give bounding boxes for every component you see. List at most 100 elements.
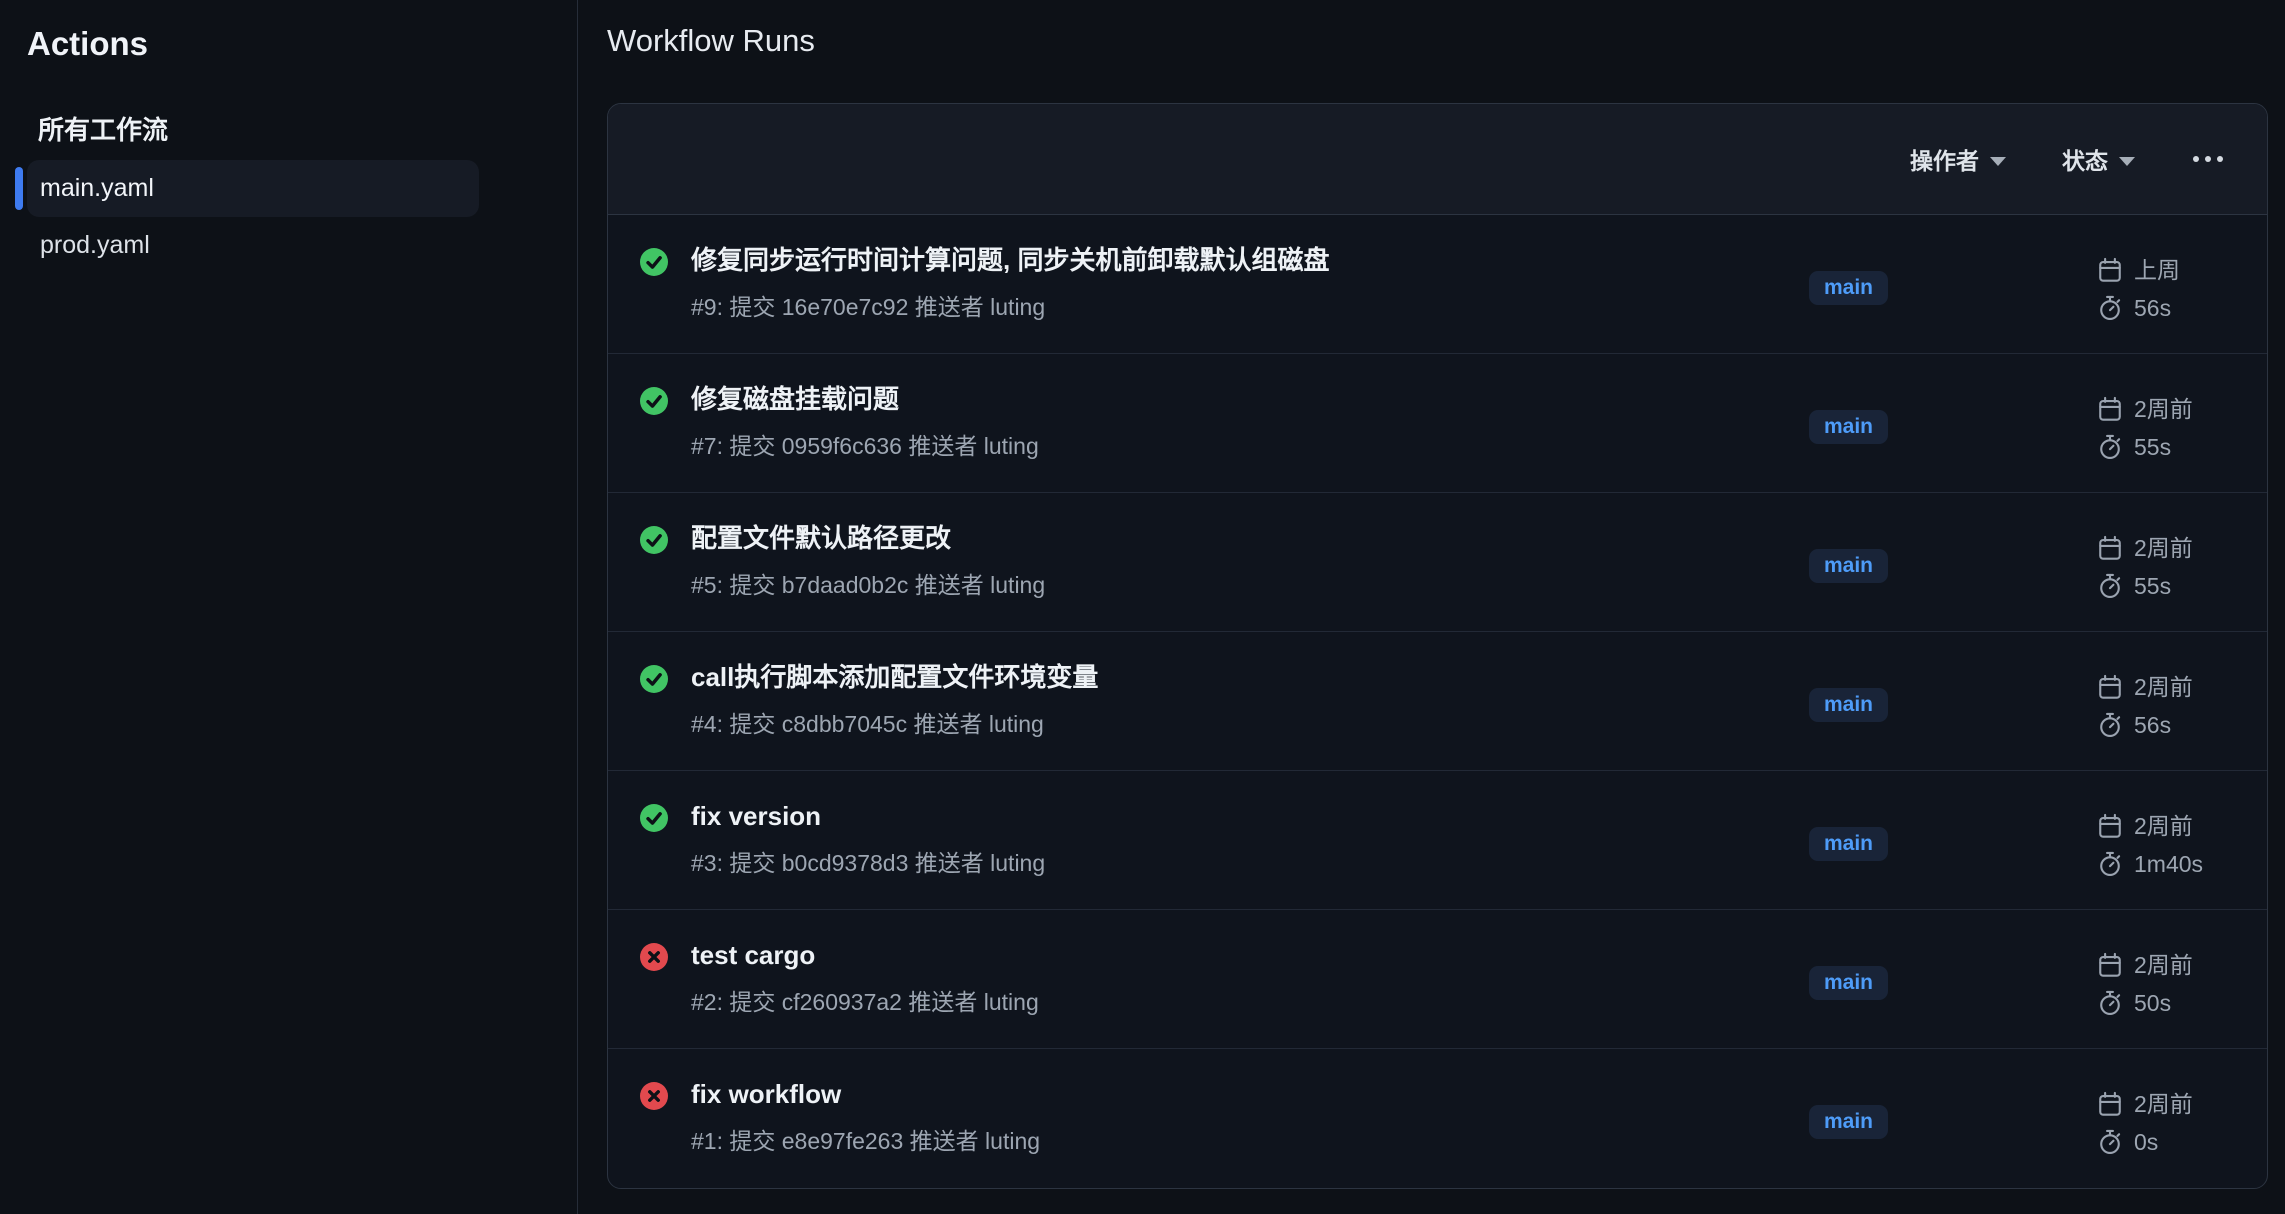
branch-badge[interactable]: main [1809, 271, 1888, 305]
more-options-button[interactable] [2191, 146, 2225, 172]
branch-column: main [1809, 966, 2097, 1000]
run-title-link[interactable]: fix version [691, 801, 1809, 831]
actor-filter-label: 操作者 [1910, 142, 1979, 176]
run-duration: 1m40s [2134, 850, 2203, 878]
run-duration: 0s [2134, 1128, 2158, 1156]
stopwatch-icon [2097, 1129, 2123, 1155]
sidebar-item-prod-yaml[interactable]: prod.yaml [27, 217, 479, 274]
run-commit-info: #1: 提交 e8e97fe263 推送者 luting [691, 1127, 1809, 1155]
run-meta-column: 2周前 1m40s [2097, 812, 2229, 878]
run-commit-info: #3: 提交 b0cd9378d3 推送者 luting [691, 849, 1809, 877]
run-title-link[interactable]: 修复磁盘挂载问题 [691, 384, 1809, 414]
branch-badge[interactable]: main [1809, 410, 1888, 444]
branch-badge[interactable]: main [1809, 1105, 1888, 1139]
run-meta-column: 2周前 55s [2097, 534, 2229, 600]
run-date: 2周前 [2134, 395, 2193, 423]
run-duration: 56s [2134, 711, 2171, 739]
actor-filter-button[interactable]: 操作者 [1910, 142, 2006, 176]
run-date: 2周前 [2134, 812, 2193, 840]
run-date: 上周 [2134, 256, 2180, 284]
run-title-link[interactable]: 修复同步运行时间计算问题, 同步关机前卸载默认组磁盘 [691, 245, 1809, 275]
chevron-down-icon [1990, 157, 2006, 166]
run-text-block: call执行脚本添加配置文件环境变量 #4: 提交 c8dbb7045c 推送者… [691, 662, 1809, 738]
run-duration-line: 55s [2097, 572, 2229, 600]
failure-status-icon [640, 1082, 668, 1110]
run-duration: 55s [2134, 572, 2171, 600]
run-duration-line: 55s [2097, 433, 2229, 461]
run-duration-line: 56s [2097, 294, 2229, 322]
calendar-icon [2097, 1091, 2123, 1117]
branch-column: main [1809, 549, 2097, 583]
workflow-run-row[interactable]: 配置文件默认路径更改 #5: 提交 b7daad0b2c 推送者 luting … [608, 493, 2267, 632]
run-commit-info: #4: 提交 c8dbb7045c 推送者 luting [691, 710, 1809, 738]
success-status-icon [640, 804, 668, 832]
run-text-block: 修复同步运行时间计算问题, 同步关机前卸载默认组磁盘 #9: 提交 16e70e… [691, 245, 1809, 321]
run-text-block: 修复磁盘挂载问题 #7: 提交 0959f6c636 推送者 luting [691, 384, 1809, 460]
runs-list: 修复同步运行时间计算问题, 同步关机前卸载默认组磁盘 #9: 提交 16e70e… [608, 215, 2267, 1188]
run-date-line: 2周前 [2097, 812, 2229, 840]
failure-status-icon [640, 943, 668, 971]
workflow-file-label: prod.yaml [40, 231, 150, 260]
branch-column: main [1809, 271, 2097, 305]
run-date: 2周前 [2134, 1090, 2193, 1118]
run-date-line: 2周前 [2097, 673, 2229, 701]
success-status-icon [640, 665, 668, 693]
run-title-link[interactable]: test cargo [691, 940, 1809, 970]
calendar-icon [2097, 396, 2123, 422]
branch-column: main [1809, 827, 2097, 861]
run-text-block: 配置文件默认路径更改 #5: 提交 b7daad0b2c 推送者 luting [691, 523, 1809, 599]
run-duration-line: 56s [2097, 711, 2229, 739]
success-status-icon [640, 248, 668, 276]
run-title-link[interactable]: call执行脚本添加配置文件环境变量 [691, 662, 1809, 692]
workflow-run-row[interactable]: fix workflow #1: 提交 e8e97fe263 推送者 lutin… [608, 1049, 2267, 1188]
stopwatch-icon [2097, 573, 2123, 599]
branch-badge[interactable]: main [1809, 827, 1888, 861]
page-title: Workflow Runs [607, 22, 2268, 60]
stopwatch-icon [2097, 851, 2123, 877]
workflow-run-row[interactable]: 修复磁盘挂载问题 #7: 提交 0959f6c636 推送者 luting ma… [608, 354, 2267, 493]
run-duration-line: 1m40s [2097, 850, 2229, 878]
sidebar-title: Actions [27, 24, 577, 64]
run-duration-line: 0s [2097, 1128, 2229, 1156]
status-filter-button[interactable]: 状态 [2062, 142, 2135, 176]
run-commit-info: #2: 提交 cf260937a2 推送者 luting [691, 988, 1809, 1016]
run-meta-column: 2周前 0s [2097, 1090, 2229, 1156]
stopwatch-icon [2097, 712, 2123, 738]
calendar-icon [2097, 257, 2123, 283]
run-date-line: 2周前 [2097, 395, 2229, 423]
workflow-run-row[interactable]: test cargo #2: 提交 cf260937a2 推送者 luting … [608, 910, 2267, 1049]
run-date-line: 2周前 [2097, 1090, 2229, 1118]
success-status-icon [640, 526, 668, 554]
run-meta-column: 上周 56s [2097, 256, 2229, 322]
ellipsis-icon [2205, 156, 2211, 162]
status-filter-label: 状态 [2062, 142, 2108, 176]
run-duration: 55s [2134, 433, 2171, 461]
workflow-run-row[interactable]: 修复同步运行时间计算问题, 同步关机前卸载默认组磁盘 #9: 提交 16e70e… [608, 215, 2267, 354]
stopwatch-icon [2097, 295, 2123, 321]
sidebar-item-main-yaml[interactable]: main.yaml [27, 160, 479, 217]
run-date-line: 上周 [2097, 256, 2229, 284]
actions-sidebar: Actions 所有工作流 main.yaml prod.yaml [0, 0, 578, 1214]
run-meta-column: 2周前 55s [2097, 395, 2229, 461]
calendar-icon [2097, 674, 2123, 700]
run-text-block: fix workflow #1: 提交 e8e97fe263 推送者 lutin… [691, 1079, 1809, 1155]
chevron-down-icon [2119, 157, 2135, 166]
branch-badge[interactable]: main [1809, 688, 1888, 722]
run-text-block: fix version #3: 提交 b0cd9378d3 推送者 luting [691, 801, 1809, 877]
run-duration: 56s [2134, 294, 2171, 322]
all-workflows-link[interactable]: 所有工作流 [38, 114, 577, 146]
workflow-run-row[interactable]: call执行脚本添加配置文件环境变量 #4: 提交 c8dbb7045c 推送者… [608, 632, 2267, 771]
run-date: 2周前 [2134, 534, 2193, 562]
run-date-line: 2周前 [2097, 534, 2229, 562]
run-title-link[interactable]: fix workflow [691, 1079, 1809, 1109]
branch-column: main [1809, 410, 2097, 444]
run-commit-info: #5: 提交 b7daad0b2c 推送者 luting [691, 571, 1809, 599]
ellipsis-icon [2217, 156, 2223, 162]
branch-badge[interactable]: main [1809, 549, 1888, 583]
stopwatch-icon [2097, 434, 2123, 460]
calendar-icon [2097, 813, 2123, 839]
workflow-run-row[interactable]: fix version #3: 提交 b0cd9378d3 推送者 luting… [608, 771, 2267, 910]
calendar-icon [2097, 535, 2123, 561]
branch-badge[interactable]: main [1809, 966, 1888, 1000]
run-title-link[interactable]: 配置文件默认路径更改 [691, 523, 1809, 553]
